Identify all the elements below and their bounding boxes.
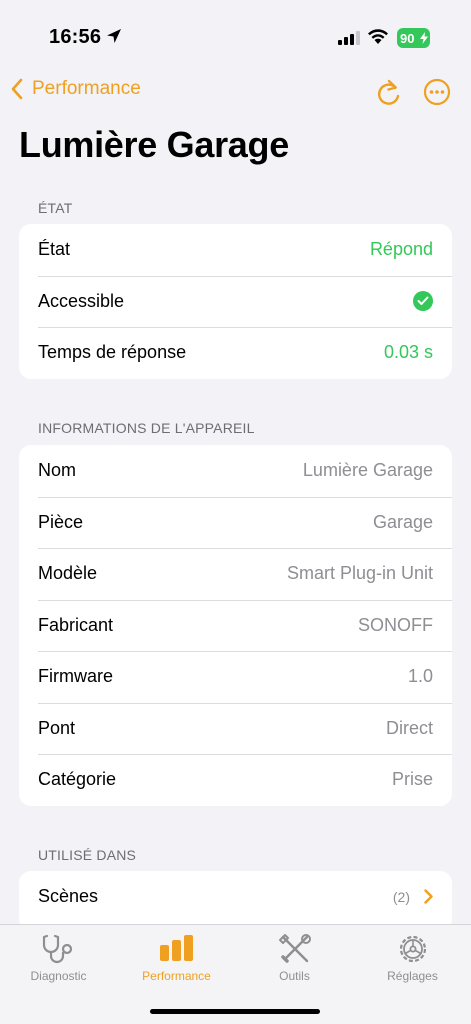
tab-label: Performance — [142, 969, 211, 983]
row-label: Firmware — [38, 666, 113, 687]
row-piece: Pièce Garage — [19, 496, 452, 549]
status-card: État Répond Accessible Temps de réponse … — [19, 224, 452, 379]
row-nom: Nom Lumière Garage — [19, 445, 452, 497]
cellular-signal-icon — [338, 31, 360, 45]
tab-outils[interactable]: Outils — [236, 933, 353, 983]
row-label: Temps de réponse — [38, 342, 187, 363]
row-label: Catégorie — [38, 769, 117, 790]
row-value: Smart Plug-in Unit — [286, 563, 433, 584]
refresh-icon[interactable] — [375, 78, 403, 108]
scenes-count: (2) — [392, 888, 410, 905]
page-title: Lumière Garage — [19, 124, 289, 165]
battery-level: 90 — [400, 30, 415, 46]
row-label: Nom — [38, 460, 77, 481]
used-in-card: Scènes (2) — [19, 871, 452, 931]
row-label: Pont — [38, 717, 76, 738]
wifi-icon — [368, 29, 388, 44]
row-accessible: Accessible — [19, 275, 452, 328]
row-value: Direct — [385, 717, 433, 738]
stethoscope-icon — [42, 934, 72, 964]
tab-label: Réglages — [387, 969, 438, 983]
response-time-value: 0.03 s — [383, 342, 433, 363]
chevron-left-icon — [11, 78, 23, 100]
checkmark-icon — [413, 291, 433, 312]
device-info-card: Nom Lumière Garage Pièce Garage Modèle S… — [19, 445, 452, 806]
row-label: Scènes — [38, 886, 99, 907]
section-header-info: INFORMATIONS DE L'APPAREIL — [38, 420, 255, 436]
status-time: 16:56 — [49, 26, 102, 48]
row-scenes[interactable]: Scènes (2) — [19, 871, 452, 923]
row-label: Fabricant — [38, 614, 114, 635]
tools-icon — [278, 934, 311, 963]
tab-label: Diagnostic — [30, 969, 87, 983]
navigation-bar: Performance — [0, 74, 471, 114]
gear-icon — [399, 935, 426, 963]
row-modele: Modèle Smart Plug-in Unit — [19, 548, 452, 600]
row-value: SONOFF — [358, 614, 433, 635]
chevron-right-icon — [424, 889, 433, 904]
row-value: Prise — [391, 769, 433, 790]
tab-reglages[interactable]: Réglages — [354, 933, 471, 983]
row-categorie: Catégorie Prise — [19, 754, 452, 806]
bar-chart-icon — [159, 935, 193, 961]
status-bar: 16:56 90 — [0, 0, 471, 60]
battery-indicator: 90 — [397, 28, 430, 48]
row-pont: Pont Direct — [19, 702, 452, 755]
section-header-used: UTILISÉ DANS — [38, 847, 137, 863]
row-value: Garage — [372, 511, 433, 532]
charging-bolt-icon — [420, 32, 428, 44]
row-value: Lumière Garage — [302, 460, 433, 481]
row-response-time: Temps de réponse 0.03 s — [19, 327, 452, 379]
row-label: État — [38, 239, 71, 260]
home-indicator — [150, 1009, 320, 1014]
row-fabricant: Fabricant SONOFF — [19, 599, 452, 652]
row-label: Modèle — [38, 563, 98, 584]
back-label: Performance — [32, 78, 141, 99]
tab-diagnostic[interactable]: Diagnostic — [0, 933, 117, 983]
row-label: Accessible — [38, 290, 125, 311]
row-etat: État Répond — [19, 224, 452, 276]
more-options-icon[interactable] — [423, 78, 451, 106]
row-value: 1.0 — [407, 666, 433, 687]
tab-label: Outils — [279, 969, 310, 983]
section-header-etat: ÉTAT — [38, 200, 73, 216]
tab-performance[interactable]: Performance — [118, 933, 235, 983]
location-arrow-icon — [107, 29, 121, 43]
status-value: Répond — [369, 239, 433, 260]
back-button[interactable]: Performance — [10, 78, 141, 100]
row-firmware: Firmware 1.0 — [19, 651, 452, 703]
row-label: Pièce — [38, 511, 84, 532]
